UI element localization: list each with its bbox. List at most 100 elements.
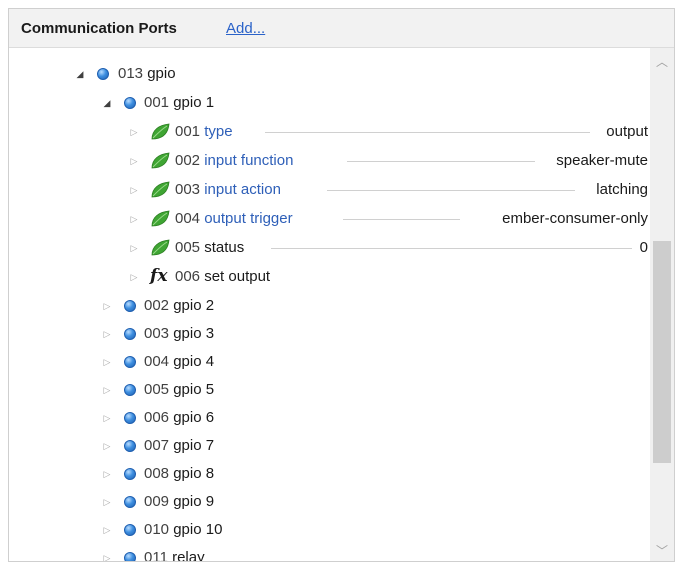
dotted-leader	[347, 161, 535, 162]
triangle-right-icon: ▷	[130, 127, 138, 137]
function-row-set-output[interactable]: ▷ fx 006 set output	[9, 263, 650, 291]
blue-ball-icon	[124, 328, 136, 340]
node-name: gpio 7	[173, 437, 215, 454]
triangle-right-icon: ▷	[130, 156, 138, 166]
panel-title: Communication Ports	[21, 20, 177, 37]
dotted-leader	[265, 132, 590, 133]
node-number: 004	[144, 353, 170, 370]
blue-ball-icon	[124, 496, 136, 508]
triangle-right-icon[interactable]: ▷	[100, 439, 114, 453]
tree-node-gpio[interactable]: ◢ 013 gpio	[9, 60, 650, 88]
tree-node[interactable]: ▷ 010 gpio 10	[9, 516, 650, 544]
green-leaf-icon	[151, 123, 170, 140]
node-name: gpio 2	[173, 297, 215, 314]
tree-node[interactable]: ▷ 004 gpio 4	[9, 348, 650, 376]
parameter-number: 002	[175, 152, 201, 169]
blue-ball-icon	[97, 68, 109, 80]
blue-ball-icon	[124, 300, 136, 312]
parameter-number: 001	[175, 123, 201, 140]
parameter-name: input function	[204, 152, 294, 169]
tree-node[interactable]: ▷ 011 relay	[9, 544, 650, 562]
parameter-row-output-trigger[interactable]: ▷ 004 output trigger ember-consumer-only	[9, 205, 650, 233]
parameter-row-status[interactable]: ▷ 005 status 0	[9, 234, 650, 262]
green-leaf-icon	[151, 239, 170, 256]
triangle-down-icon[interactable]: ◢	[100, 96, 114, 110]
node-number: 013	[118, 65, 144, 82]
tree-node[interactable]: ▷ 008 gpio 8	[9, 460, 650, 488]
blue-ball-icon	[124, 356, 136, 368]
vertical-scrollbar[interactable]: ︿ ﹀	[650, 48, 674, 561]
triangle-right-icon[interactable]: ▷	[100, 299, 114, 313]
tree-node[interactable]: ▷ 006 gpio 6	[9, 404, 650, 432]
parameter-value: speaker-mute	[550, 152, 648, 169]
node-number: 009	[144, 493, 170, 510]
blue-ball-icon	[124, 468, 136, 480]
node-number: 008	[144, 465, 170, 482]
triangle-right-icon[interactable]: ▷	[100, 551, 114, 561]
green-leaf-icon	[151, 152, 170, 169]
tree-node[interactable]: ▷ 003 gpio 3	[9, 320, 650, 348]
node-name: gpio 6	[173, 409, 215, 426]
node-number: 001	[144, 94, 170, 111]
node-name: relay	[172, 549, 205, 562]
communication-ports-panel: Communication Ports Add... ◢ 013 gpio ◢ …	[8, 8, 675, 562]
triangle-down-icon[interactable]: ◢	[73, 67, 87, 81]
parameter-value: latching	[590, 181, 648, 198]
function-number: 006	[175, 268, 201, 285]
triangle-right-icon: ▷	[130, 272, 138, 282]
triangle-right-icon[interactable]: ▷	[100, 327, 114, 341]
tree-node-gpio-1[interactable]: ◢ 001 gpio 1	[9, 89, 650, 117]
scrollbar-thumb[interactable]	[653, 241, 671, 463]
parameter-row-input-action[interactable]: ▷ 003 input action latching	[9, 176, 650, 204]
fx-icon: fx	[150, 266, 168, 286]
blue-ball-icon	[124, 440, 136, 452]
tree-node[interactable]: ▷ 009 gpio 9	[9, 488, 650, 516]
chevron-down-icon[interactable]: ﹀	[650, 541, 674, 561]
node-name: gpio 10	[173, 521, 223, 538]
triangle-right-icon[interactable]: ▷	[100, 355, 114, 369]
triangle-right-icon: ▷	[130, 214, 138, 224]
triangle-right-icon[interactable]: ▷	[100, 467, 114, 481]
node-name: gpio 5	[173, 381, 215, 398]
node-name: gpio 4	[173, 353, 215, 370]
parameter-number: 005	[175, 239, 201, 256]
triangle-right-icon[interactable]: ▷	[100, 495, 114, 509]
chevron-up-icon[interactable]: ︿	[650, 52, 674, 72]
triangle-right-icon[interactable]: ▷	[100, 383, 114, 397]
tree-node[interactable]: ▷ 007 gpio 7	[9, 432, 650, 460]
node-name: gpio 8	[173, 465, 215, 482]
node-number: 007	[144, 437, 170, 454]
ember-tree: ◢ 013 gpio ◢ 001 gpio 1 ▷ 001 type outpu…	[9, 48, 650, 561]
triangle-right-icon: ▷	[130, 243, 138, 253]
node-number: 003	[144, 325, 170, 342]
triangle-right-icon: ▷	[130, 185, 138, 195]
parameter-number: 003	[175, 181, 201, 198]
node-name: gpio 1	[173, 94, 215, 111]
blue-ball-icon	[124, 384, 136, 396]
dotted-leader	[343, 219, 460, 220]
node-name: gpio 9	[173, 493, 215, 510]
triangle-right-icon[interactable]: ▷	[100, 411, 114, 425]
tree-node[interactable]: ▷ 002 gpio 2	[9, 292, 650, 320]
parameter-name: output trigger	[204, 210, 293, 227]
parameter-value: output	[600, 123, 648, 140]
parameter-name: status	[204, 239, 245, 256]
dotted-leader	[271, 248, 632, 249]
parameter-value: ember-consumer-only	[496, 210, 648, 227]
parameter-row-type[interactable]: ▷ 001 type output	[9, 118, 650, 146]
blue-ball-icon	[124, 412, 136, 424]
parameter-row-input-function[interactable]: ▷ 002 input function speaker-mute	[9, 147, 650, 175]
parameter-name: input action	[204, 181, 281, 198]
node-number: 010	[144, 521, 170, 538]
parameter-value: 0	[633, 239, 648, 256]
green-leaf-icon	[151, 181, 170, 198]
blue-ball-icon	[124, 552, 136, 561]
add-link[interactable]: Add...	[226, 20, 265, 37]
panel-header: Communication Ports Add...	[9, 9, 674, 48]
node-number: 006	[144, 409, 170, 426]
parameter-number: 004	[175, 210, 201, 227]
triangle-right-icon[interactable]: ▷	[100, 523, 114, 537]
tree-node[interactable]: ▷ 005 gpio 5	[9, 376, 650, 404]
green-leaf-icon	[151, 210, 170, 227]
function-name: set output	[204, 268, 271, 285]
